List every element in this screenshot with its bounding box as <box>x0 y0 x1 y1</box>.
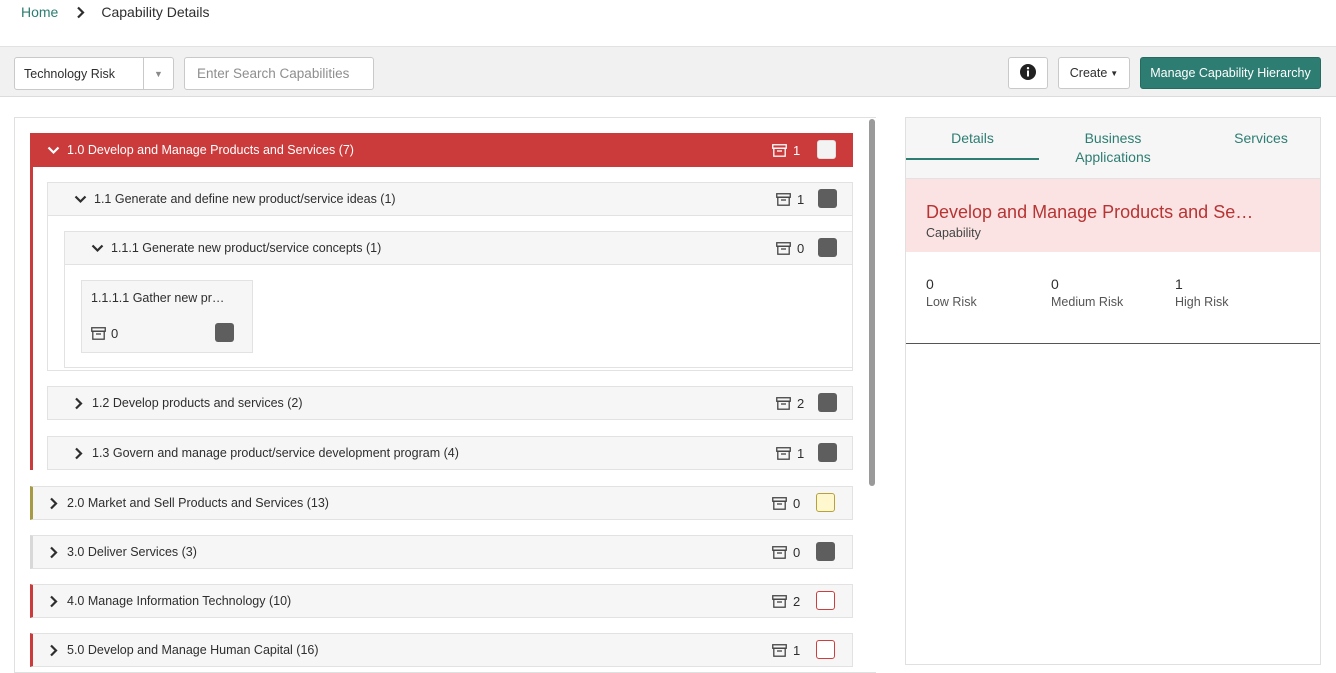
risk-indicator <box>215 323 234 342</box>
chevron-down-icon[interactable] <box>45 146 61 155</box>
tab-label-line2: Applications <box>1075 149 1151 165</box>
risk-indicator <box>816 493 835 512</box>
capability-header: Develop and Manage Products and Se… Capa… <box>906 179 1320 252</box>
chevron-right-icon <box>76 6 85 19</box>
tree-row-label: 3.0 Deliver Services (3) <box>67 545 197 559</box>
details-tabs: Details Business Applications Services <box>906 118 1320 179</box>
tree-row-label: 5.0 Develop and Manage Human Capital (16… <box>67 643 319 657</box>
tree-row-1-0[interactable]: 1.0 Develop and Manage Products and Serv… <box>30 133 853 167</box>
stat-value: 0 <box>926 276 934 292</box>
breadcrumb-current: Capability Details <box>101 4 210 20</box>
stat-label: High Risk <box>1175 295 1229 309</box>
risk-indicator <box>816 542 835 561</box>
create-button-label: Create <box>1069 66 1108 80</box>
tree-row-label: 4.0 Manage Information Technology (10) <box>67 594 292 608</box>
toolbar: Technology Risk ▼ Create ▼ Manage Capabi… <box>0 46 1336 97</box>
capability-card-1-1-1-1[interactable]: 1.1.1.1 Gather new pr… 0 <box>81 280 253 353</box>
archive-icon <box>91 327 106 340</box>
card-label: 1.1.1.1 Gather new pr… <box>91 291 225 305</box>
archive-count: 0 <box>91 326 118 341</box>
tree-row-label: 2.0 Market and Sell Products and Service… <box>67 496 329 510</box>
stat-label: Low Risk <box>926 295 977 309</box>
chevron-down-icon[interactable] <box>72 195 88 204</box>
tree-row-label: 1.0 Develop and Manage Products and Serv… <box>67 143 354 157</box>
chevron-right-icon[interactable] <box>45 497 61 510</box>
risk-indicator <box>818 238 837 257</box>
chevron-right-icon[interactable] <box>45 644 61 657</box>
chevron-right-icon[interactable] <box>70 447 86 460</box>
breadcrumb: Home Capability Details <box>0 0 1336 46</box>
tree-row-4-0[interactable]: 4.0 Manage Information Technology (10) 2 <box>30 584 853 618</box>
risk-type-select[interactable]: Technology Risk ▼ <box>14 57 174 90</box>
tree-row-1-1[interactable]: 1.1 Generate and define new product/serv… <box>47 182 853 216</box>
caret-down-icon: ▼ <box>1110 68 1119 78</box>
chevron-right-icon[interactable] <box>70 397 86 410</box>
breadcrumb-home-link[interactable]: Home <box>21 4 58 20</box>
chevron-right-icon[interactable] <box>45 546 61 559</box>
tree-row-1-2[interactable]: 1.2 Develop products and services (2) 2 <box>47 386 853 420</box>
tree-row-label: 1.1.1 Generate new product/service conce… <box>111 241 382 255</box>
archive-icon <box>772 594 787 608</box>
info-icon <box>1020 63 1036 83</box>
archive-icon <box>772 545 787 559</box>
risk-indicator <box>816 640 835 659</box>
tab-services[interactable]: Services <box>1187 118 1335 179</box>
tab-label-line1: Business <box>1084 130 1142 146</box>
stat-label: Medium Risk <box>1051 295 1124 309</box>
search-capabilities-input[interactable] <box>184 57 374 90</box>
archive-icon <box>772 496 787 510</box>
stat-low-risk: 0 Low Risk <box>926 276 977 309</box>
stat-high-risk: 1 High Risk <box>1175 276 1229 309</box>
archive-icon <box>776 241 791 255</box>
tree-scrollbar[interactable] <box>869 119 875 486</box>
tree-row-1-3[interactable]: 1.3 Govern and manage product/service de… <box>47 436 853 470</box>
archive-count: 1 <box>776 192 804 207</box>
risk-stats: 0 Low Risk 0 Medium Risk 1 High Risk <box>906 252 1320 344</box>
tab-details[interactable]: Details <box>906 118 1039 160</box>
archive-count: 1 <box>772 643 800 658</box>
stat-medium-risk: 0 Medium Risk <box>1051 276 1123 309</box>
details-panel: Details Business Applications Services D… <box>905 117 1321 665</box>
risk-indicator <box>817 140 836 159</box>
archive-count: 2 <box>776 396 804 411</box>
archive-count: 0 <box>776 241 804 256</box>
tree-row-label: 1.2 Develop products and services (2) <box>92 396 303 410</box>
tree-row-1-1-1[interactable]: 1.1.1 Generate new product/service conce… <box>64 231 853 265</box>
stat-value: 0 <box>1051 276 1059 292</box>
archive-count: 0 <box>772 545 800 560</box>
create-dropdown-button[interactable]: Create ▼ <box>1058 57 1130 89</box>
archive-icon <box>772 143 787 157</box>
chevron-down-icon[interactable] <box>89 244 105 253</box>
tree-row-2-0[interactable]: 2.0 Market and Sell Products and Service… <box>30 486 853 520</box>
risk-type-select-value: Technology Risk <box>24 66 116 81</box>
archive-icon <box>776 192 791 206</box>
group-risk-bar <box>30 133 33 470</box>
stat-value: 1 <box>1175 276 1183 292</box>
risk-indicator <box>816 591 835 610</box>
tree-row-label: 1.1 Generate and define new product/serv… <box>94 192 396 206</box>
caret-down-icon[interactable]: ▼ <box>143 58 173 89</box>
info-button[interactable] <box>1008 57 1048 89</box>
manage-capability-hierarchy-button[interactable]: Manage Capability Hierarchy <box>1140 57 1321 89</box>
tab-business-applications[interactable]: Business Applications <box>1039 118 1187 179</box>
capability-type: Capability <box>926 226 981 240</box>
risk-indicator <box>818 443 837 462</box>
tree-row-5-0[interactable]: 5.0 Develop and Manage Human Capital (16… <box>30 633 853 667</box>
archive-icon <box>772 643 787 657</box>
tree-row-label: 1.3 Govern and manage product/service de… <box>92 446 459 460</box>
risk-indicator <box>818 393 837 412</box>
risk-indicator <box>818 189 837 208</box>
archive-count: 1 <box>772 143 800 158</box>
archive-count: 2 <box>772 594 800 609</box>
archive-count: 0 <box>772 496 800 511</box>
chevron-right-icon[interactable] <box>45 595 61 608</box>
capability-name: Develop and Manage Products and Se… <box>926 202 1254 222</box>
tree-row-3-0[interactable]: 3.0 Deliver Services (3) 0 <box>30 535 853 569</box>
archive-icon <box>776 446 791 460</box>
archive-count: 1 <box>776 446 804 461</box>
archive-icon <box>776 396 791 410</box>
